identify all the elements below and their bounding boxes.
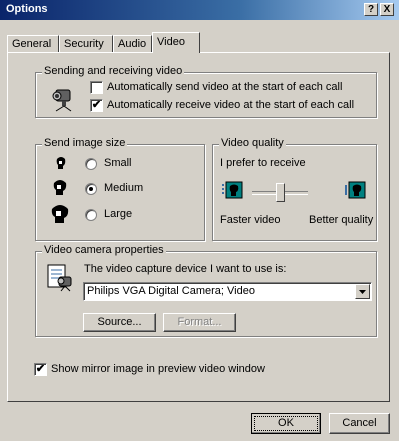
tab-general[interactable]: General [7,35,59,52]
ok-button[interactable]: OK [251,413,321,434]
camera-device-icon [47,264,75,292]
tab-audio[interactable]: Audio [113,35,152,52]
device-label: The video capture device I want to use i… [84,263,287,275]
large-label[interactable]: Large [104,208,132,220]
quality-slider[interactable] [252,183,308,203]
window-title: Options [6,3,48,15]
radio-large[interactable] [85,209,97,221]
tab-panel-video: Sending and receiving video Automaticall… [7,52,390,402]
dropdown-arrow-icon[interactable] [355,284,370,299]
mirror-checkbox[interactable]: ✔ [34,363,47,376]
auto-receive-checkbox[interactable]: ✔ [90,99,103,112]
title-bar[interactable]: Options ? X [0,0,399,20]
sending-group-label: Sending and receiving video [42,65,185,77]
mirror-label[interactable]: Show mirror image in preview video windo… [51,363,265,375]
prefer-text: I prefer to receive [220,157,306,169]
camera-group-label: Video camera properties [42,244,166,256]
help-button[interactable]: ? [364,3,378,16]
camera-device-value: Philips VGA Digital Camera; Video [87,285,255,297]
radio-medium[interactable] [85,183,97,195]
slider-thumb[interactable] [275,183,285,202]
large-face-icon [50,204,70,227]
quality-group-label: Video quality [219,137,286,149]
video-camera-icon [47,86,77,112]
auto-send-checkbox[interactable] [90,81,103,94]
options-dialog: Options ? X General Security Audio Video… [0,0,399,441]
fast-video-icon [222,181,244,199]
small-face-icon [55,156,67,173]
auto-send-label[interactable]: Automatically send video at the start of… [107,81,342,93]
tab-security[interactable]: Security [59,35,113,52]
better-quality-label: Better quality [309,214,374,226]
tab-video[interactable]: Video [152,32,200,53]
radio-dot [89,187,93,191]
sending-receiving-group: Sending and receiving video [35,65,377,118]
close-button[interactable]: X [380,3,394,16]
medium-label[interactable]: Medium [104,182,143,194]
format-button[interactable]: Format... [163,313,236,332]
image-size-group-label: Send image size [42,137,128,149]
radio-small[interactable] [85,158,97,170]
cancel-button[interactable]: Cancel [329,413,390,434]
medium-face-icon [52,179,68,199]
faster-video-label: Faster video [220,214,281,226]
camera-device-dropdown[interactable]: Philips VGA Digital Camera; Video [83,282,372,301]
source-button[interactable]: Source... [83,313,156,332]
small-label[interactable]: Small [104,157,132,169]
quality-video-icon [345,181,367,199]
auto-receive-label[interactable]: Automatically receive video at the start… [107,99,354,111]
